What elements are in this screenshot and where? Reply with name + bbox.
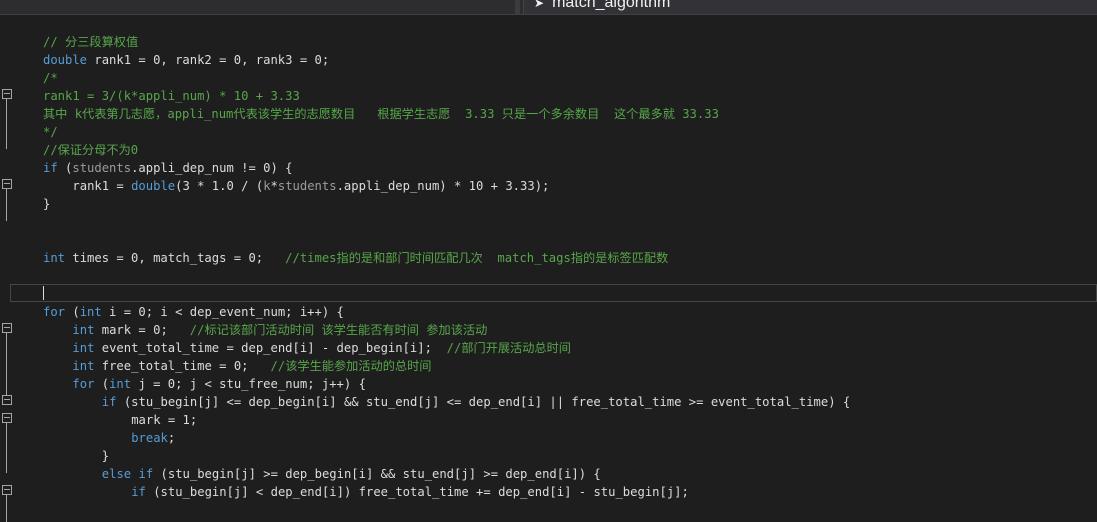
code-line[interactable]: /* bbox=[43, 69, 1097, 87]
code-token: ; bbox=[167, 431, 176, 445]
outline-guide bbox=[6, 189, 7, 221]
collapse-for-inner-icon[interactable] bbox=[2, 395, 12, 405]
keyword-token: for bbox=[72, 377, 95, 391]
keyword-token: int bbox=[79, 305, 102, 319]
code-token: event_total_time = dep_end[i] - dep_begi… bbox=[94, 341, 447, 355]
collapse-comment-icon[interactable] bbox=[2, 89, 12, 99]
code-token: * bbox=[270, 179, 278, 193]
comment-token: */ bbox=[43, 125, 58, 139]
tab-separator bbox=[515, 0, 520, 14]
code-token: .appli_dep_num) * 10 + 3.33); bbox=[336, 179, 550, 193]
code-line[interactable]: // 分三段算权值 bbox=[43, 33, 1097, 51]
keyword-token: int bbox=[72, 341, 95, 355]
code-token: .appli_dep_num != 0) { bbox=[131, 161, 293, 175]
code-line[interactable]: double rank1 = 0, rank2 = 0, rank3 = 0; bbox=[43, 51, 1097, 69]
code-line[interactable]: */ bbox=[43, 123, 1097, 141]
code-line[interactable]: mark = 1; bbox=[43, 411, 1097, 429]
code-line[interactable]: if (stu_begin[j] < dep_end[i]) free_tota… bbox=[43, 483, 1097, 501]
keyword-token: else bbox=[101, 467, 132, 481]
code-token: mark = 1; bbox=[131, 413, 198, 427]
code-token: (stu_begin[j] <= dep_begin[i] && stu_end… bbox=[116, 395, 851, 409]
member-name: match_algorithm bbox=[552, 0, 671, 11]
keyword-token: if bbox=[43, 161, 58, 175]
collapse-if-inner-icon[interactable] bbox=[2, 413, 12, 423]
code-line[interactable]: if (students.appli_dep_num != 0) { bbox=[43, 159, 1097, 177]
code-line[interactable]: } bbox=[43, 195, 1097, 213]
code-line[interactable]: else if (stu_begin[j] >= dep_begin[i] &&… bbox=[43, 465, 1097, 483]
comment-token: /* bbox=[43, 71, 58, 85]
comment-token: // 分三段算权值 bbox=[43, 35, 139, 49]
code-token: } bbox=[43, 197, 51, 211]
code-token: (stu_begin[j] >= dep_begin[i] && stu_end… bbox=[153, 467, 601, 481]
keyword-token: int bbox=[72, 359, 95, 373]
code-line[interactable]: rank1 = 3/(k*appli_num) * 10 + 3.33 bbox=[43, 87, 1097, 105]
keyword-token: break bbox=[131, 431, 168, 445]
code-token: (stu_begin[j] < dep_end[i]) free_total_t… bbox=[145, 485, 689, 499]
code-token: ( bbox=[65, 305, 80, 319]
code-line[interactable]: for (int i = 0; i < dep_event_num; i++) … bbox=[43, 303, 1097, 321]
code-token: times = 0, match_tags = 0; bbox=[65, 251, 286, 265]
code-line[interactable]: } bbox=[43, 447, 1097, 465]
code-token: i = 0; i < dep_event_num; i++) { bbox=[101, 305, 344, 319]
code-token: mark = 0; bbox=[94, 323, 190, 337]
collapse-for-icon[interactable] bbox=[2, 323, 12, 333]
code-line[interactable]: int free_total_time = 0; //该学生能参加活动的总时间 bbox=[43, 357, 1097, 375]
code-line[interactable]: int event_total_time = dep_end[i] - dep_… bbox=[43, 339, 1097, 357]
code-line[interactable] bbox=[43, 267, 1097, 285]
code-line[interactable] bbox=[43, 231, 1097, 249]
code-line[interactable]: for (int j = 0; j < stu_free_num; j++) { bbox=[43, 375, 1097, 393]
code-line[interactable]: if (stu_begin[j] <= dep_begin[i] && stu_… bbox=[43, 393, 1097, 411]
code-token: rank1 = bbox=[72, 179, 132, 193]
outlining-margin bbox=[0, 15, 36, 522]
outline-guide bbox=[6, 423, 7, 473]
comment-token: rank1 = 3/(k*appli_num) * 10 + 3.33 bbox=[43, 89, 300, 103]
collapse-else-if-icon[interactable] bbox=[2, 485, 12, 495]
keyword-token: int bbox=[72, 323, 95, 337]
code-token: students bbox=[72, 161, 132, 175]
code-token: rank1 = 0, rank2 = 0, rank3 = 0; bbox=[87, 53, 330, 67]
code-line[interactable]: break; bbox=[43, 429, 1097, 447]
code-token: ( bbox=[57, 161, 73, 175]
comment-token: //times指的是和部门时间匹配几次 match_tags指的是标签匹配数 bbox=[285, 251, 669, 265]
keyword-token: if bbox=[138, 467, 154, 481]
function-icon: ➤ bbox=[534, 0, 545, 10]
code-token: (3 * 1.0 / ( bbox=[175, 179, 264, 193]
comment-token: //标记该部门活动时间 该学生能否有时间 参加该活动 bbox=[189, 323, 488, 337]
keyword-token: int bbox=[43, 251, 66, 265]
comment-token: 其中 k代表第几志愿，appli_num代表该学生的志愿数目 根据学生志愿 3.… bbox=[43, 107, 719, 121]
member-navigation-dropdown[interactable]: ➤ match_algorithm bbox=[523, 0, 1097, 14]
outline-guide bbox=[6, 495, 7, 522]
code-line[interactable]: 其中 k代表第几志愿，appli_num代表该学生的志愿数目 根据学生志愿 3.… bbox=[43, 105, 1097, 123]
comment-token: //部门开展活动总时间 bbox=[446, 341, 571, 355]
outline-guide bbox=[6, 333, 7, 397]
code-token: } bbox=[101, 449, 110, 463]
code-line[interactable]: rank1 = double(3 * 1.0 / (k*students.app… bbox=[43, 177, 1097, 195]
collapse-if-icon[interactable] bbox=[2, 179, 12, 189]
code-token: j = 0; j < stu_free_num; j++) { bbox=[131, 377, 366, 391]
keyword-token: for bbox=[43, 305, 66, 319]
code-token: k bbox=[263, 179, 271, 193]
comment-token: //保证分母不为0 bbox=[43, 143, 139, 157]
keyword-token: if bbox=[131, 485, 146, 499]
code-line[interactable]: int mark = 0; //标记该部门活动时间 该学生能否有时间 参加该活动 bbox=[43, 321, 1097, 339]
code-line[interactable] bbox=[43, 213, 1097, 231]
code-token: free_total_time = 0; bbox=[94, 359, 271, 373]
code-line[interactable] bbox=[43, 285, 1097, 303]
keyword-token: int bbox=[109, 377, 132, 391]
code-token: ( bbox=[94, 377, 110, 391]
code-line[interactable]: int times = 0, match_tags = 0; //times指的… bbox=[43, 249, 1097, 267]
editor-tab-bar: ➤ match_algorithm bbox=[0, 0, 1097, 15]
comment-token: //该学生能参加活动的总时间 bbox=[270, 359, 432, 373]
code-editor[interactable]: // 分三段算权值 double rank1 = 0, rank2 = 0, ra… bbox=[43, 33, 1097, 501]
keyword-token: if bbox=[101, 395, 117, 409]
keyword-token: double bbox=[131, 179, 176, 193]
keyword-token: double bbox=[43, 53, 88, 67]
outline-guide bbox=[6, 99, 7, 149]
code-line[interactable]: //保证分母不为0 bbox=[43, 141, 1097, 159]
code-token: students bbox=[277, 179, 337, 193]
